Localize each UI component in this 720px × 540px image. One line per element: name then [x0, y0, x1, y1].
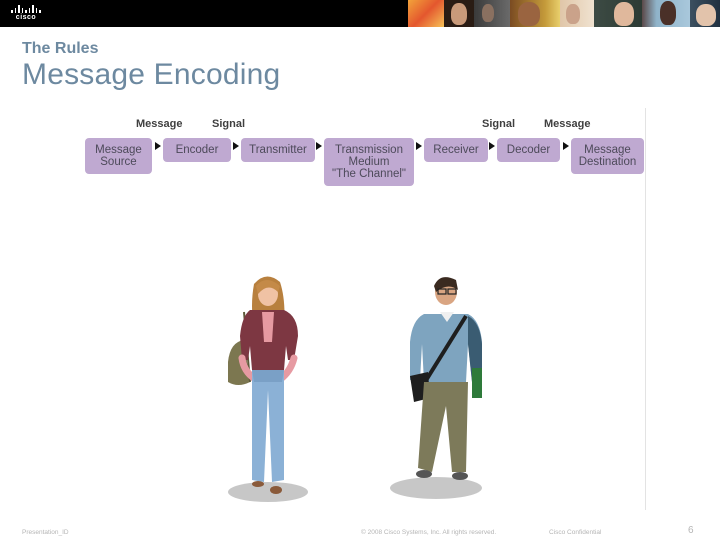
footer-presentation-id: Presentation_ID	[22, 529, 69, 536]
vertical-divider	[645, 108, 646, 510]
step-transmitter: Transmitter	[241, 138, 315, 162]
man-figure-icon	[390, 277, 482, 499]
arrow-right-icon	[155, 142, 161, 150]
arrow-right-icon	[233, 142, 239, 150]
step-encoder: Encoder	[163, 138, 231, 162]
flow-label-signal: Signal	[212, 118, 246, 130]
page-number: 6	[688, 525, 694, 536]
arrow-right-icon	[416, 142, 422, 150]
person-illustration-man	[380, 272, 490, 502]
flow-label-signal: Signal	[482, 118, 516, 130]
step-receiver: Receiver	[424, 138, 488, 162]
woman-figure-icon	[228, 276, 308, 502]
arrow-right-icon	[489, 142, 495, 150]
step-message-source: Message Source	[85, 138, 152, 174]
arrow-right-icon	[563, 142, 569, 150]
step-decoder: Decoder	[497, 138, 560, 162]
flow-label-message: Message	[136, 118, 183, 130]
flow-label-message: Message	[544, 118, 591, 130]
step-message-destination: Message Destination	[571, 138, 644, 174]
footer-copyright: © 2008 Cisco Systems, Inc. All rights re…	[361, 529, 497, 536]
arrow-right-icon	[316, 142, 322, 150]
step-transmission-medium: Transmission Medium "The Channel"	[324, 138, 414, 186]
person-illustration-woman	[220, 270, 320, 505]
footer-confidential: Cisco Confidential	[549, 529, 602, 536]
encoding-flow-diagram: Message Signal Signal Message Message Sou…	[0, 0, 720, 200]
